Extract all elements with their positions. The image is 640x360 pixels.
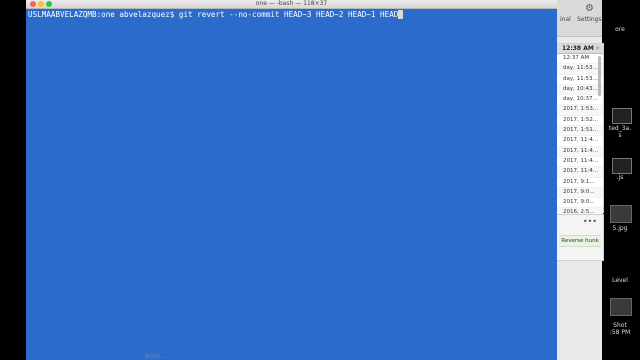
toolbar-terminal-label[interactable]: inal — [560, 16, 571, 23]
text-cursor — [398, 10, 404, 19]
desktop-item-label[interactable]: Level — [600, 277, 640, 284]
list-header: 12:38 AM × — [557, 44, 603, 54]
desktop-item-label: ore — [615, 26, 625, 33]
history-rows: 12:37 AM day, 11:53... day, 11:53... day, 1… — [557, 54, 603, 240]
desktop-file-icon[interactable] — [612, 158, 632, 174]
command-line[interactable]: USLMAABVELAZQMB:one abvelazquez$ git rev… — [28, 10, 404, 19]
desktop-item-label[interactable]: s — [600, 132, 640, 139]
list-header-time: 12:38 AM — [562, 45, 594, 52]
terminal-content[interactable]: USLMAABVELAZQMB:one abvelazquez$ git rev… — [26, 9, 557, 360]
history-row[interactable]: day, 10:43... — [557, 84, 603, 96]
diff-panel: ••• Reverse hunk — [556, 214, 604, 261]
history-row[interactable]: day, 11:53... — [557, 64, 603, 75]
desktop-item-label[interactable]: .js — [600, 174, 640, 181]
reverse-hunk-button[interactable]: Reverse hunk — [559, 235, 601, 247]
desktop-item-label[interactable]: ted_3a. — [600, 125, 640, 132]
terminal-titlebar[interactable]: one — -bash — 118×37 — [26, 0, 557, 9]
history-row[interactable]: 2017, 9:1... — [557, 178, 603, 188]
history-row[interactable]: 12:37 AM — [557, 54, 603, 65]
partial-desktop-text: Activ... — [145, 353, 166, 360]
desktop-item-label[interactable]: 5.jpg — [600, 225, 640, 232]
desktop-screenshot-thumbnail[interactable] — [610, 298, 632, 316]
terminal-window[interactable]: one — -bash — 118×37 USLMAABVELAZQMB:one… — [26, 0, 557, 360]
history-row[interactable]: 2017, 11:4... — [557, 167, 603, 178]
more-options-icon[interactable]: ••• — [583, 217, 597, 226]
gear-icon[interactable]: ⚙ — [585, 3, 594, 14]
commit-history-list[interactable]: 12:38 AM × 12:37 AM day, 11:53... day, 11:… — [556, 43, 604, 240]
history-row[interactable]: 2017, 1:52... — [557, 116, 603, 127]
toolbar-settings-label[interactable]: Settings — [577, 16, 602, 23]
list-scrollbar[interactable] — [598, 56, 601, 96]
desktop-item-label[interactable]: Shot — [600, 322, 640, 329]
history-row[interactable]: day, 11:53... — [557, 75, 603, 85]
history-row[interactable]: 2017, 9:0... — [557, 187, 603, 199]
desktop-area: ore ted_3a. s .js 5.jpg Level Shot :58 P… — [600, 0, 640, 360]
history-row[interactable]: day, 10:37... — [557, 95, 603, 106]
desktop-image-thumbnail[interactable] — [610, 205, 632, 223]
history-row[interactable]: 2017, 11:4... — [557, 146, 603, 157]
typed-command[interactable]: git revert --no-commit HEAD~3 HEAD~2 HEA… — [179, 10, 398, 19]
shell-prompt: USLMAABVELAZQMB:one abvelazquez$ — [28, 10, 175, 19]
history-row[interactable]: 2017, 9:0... — [557, 198, 603, 209]
desktop-file-icon[interactable] — [612, 108, 632, 124]
history-row[interactable]: 2017, 11:4... — [557, 157, 603, 168]
history-row[interactable]: 2017, 1:51... — [557, 126, 603, 137]
desktop-item-label[interactable]: :58 PM — [600, 329, 640, 336]
history-row[interactable]: 2017, 11:4... — [557, 136, 603, 147]
history-row[interactable]: 2017, 1:53... — [557, 105, 603, 116]
close-icon[interactable]: × — [595, 44, 600, 53]
terminal-title: one — -bash — 118×37 — [255, 0, 328, 7]
